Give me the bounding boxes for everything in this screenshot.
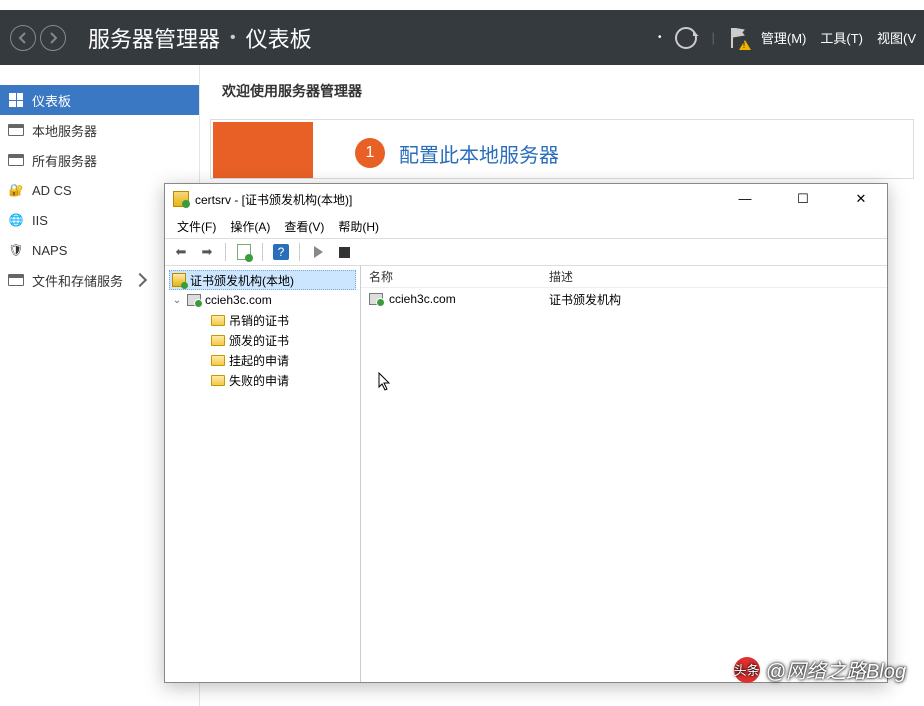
tree-label: 失败的申请: [229, 372, 289, 389]
col-header-name[interactable]: 名称: [361, 268, 541, 285]
minimize-button[interactable]: —: [727, 191, 763, 207]
menu-view[interactable]: 查看(V): [280, 216, 328, 237]
certsrv-menubar: 文件(F) 操作(A) 查看(V) 帮助(H): [165, 214, 887, 238]
certsrv-toolbar: ⬅ ➡ ?: [165, 238, 887, 266]
toolbar-stop-button[interactable]: [334, 242, 354, 262]
certsrv-list: 名称 描述 ccieh3c.com 证书颁发机构: [361, 266, 887, 682]
certsrv-window: certsrv - [证书颁发机构(本地)] — ☐ ✕ 文件(F) 操作(A)…: [164, 183, 888, 683]
tree-server-node[interactable]: ⌄ ccieh3c.com: [169, 290, 356, 310]
list-header: 名称 描述: [361, 266, 887, 288]
separator: |: [711, 30, 714, 45]
separator: [225, 243, 226, 261]
list-cell-name: ccieh3c.com: [389, 292, 456, 306]
menu-action[interactable]: 操作(A): [226, 216, 274, 237]
notifications-flag-icon[interactable]: [729, 28, 747, 48]
tree-failed-requests[interactable]: 失败的申请: [169, 370, 356, 390]
menu-file[interactable]: 文件(F): [173, 216, 220, 237]
toolbar-play-button[interactable]: [308, 242, 328, 262]
menu-help[interactable]: 帮助(H): [334, 216, 383, 237]
tree-pending-requests[interactable]: 挂起的申请: [169, 350, 356, 370]
menu-view[interactable]: 视图(V: [877, 28, 916, 47]
sidebar-item-label: 所有服务器: [32, 151, 97, 170]
tree-label: 吊销的证书: [229, 312, 289, 329]
tree-label: ccieh3c.com: [205, 293, 272, 307]
folder-icon: [211, 355, 225, 366]
servers-icon: [8, 152, 24, 168]
list-cell-desc: 证书颁发机构: [541, 291, 887, 308]
banner-accent: [213, 122, 313, 178]
configure-local-server-link[interactable]: 配置此本地服务器: [399, 139, 559, 168]
quickstart-banner: 1 配置此本地服务器: [210, 119, 914, 179]
tree-issued-certs[interactable]: 颁发的证书: [169, 330, 356, 350]
tree-revoked-certs[interactable]: 吊销的证书: [169, 310, 356, 330]
server-icon: [8, 122, 24, 138]
sidebar-item-label: 仪表板: [32, 91, 71, 110]
ca-icon: [172, 273, 186, 287]
sidebar-item-label: 文件和存储服务: [32, 271, 123, 290]
col-header-desc[interactable]: 描述: [541, 268, 887, 285]
adcs-icon: 🔐: [8, 182, 24, 198]
chevron-right-icon: [133, 273, 147, 287]
breadcrumb: 服务器管理器 • 仪表板: [88, 22, 312, 54]
collapse-icon[interactable]: ⌄: [171, 295, 183, 306]
naps-icon: 🛡: [8, 242, 24, 258]
nav-forward-button[interactable]: [40, 25, 66, 51]
close-button[interactable]: ✕: [843, 191, 879, 207]
folder-icon: [211, 315, 225, 326]
maximize-button[interactable]: ☐: [785, 191, 821, 207]
sidebar-item-label: NAPS: [32, 243, 67, 258]
storage-icon: [8, 272, 24, 288]
toolbar-forward-button[interactable]: ➡: [197, 242, 217, 262]
sidebar-item-all-servers[interactable]: 所有服务器: [0, 145, 199, 175]
sidebar-item-label: 本地服务器: [32, 121, 97, 140]
tree-label: 证书颁发机构(本地): [190, 272, 294, 289]
server-icon: [369, 293, 383, 305]
folder-icon: [211, 375, 225, 386]
menu-manage[interactable]: 管理(M): [761, 28, 807, 47]
menu-tools[interactable]: 工具(T): [820, 28, 863, 47]
tree-label: 颁发的证书: [229, 332, 289, 349]
certsrv-app-icon: [173, 191, 189, 207]
header-bar: 服务器管理器 • 仪表板 • | 管理(M) 工具(T) 视图(V: [0, 10, 924, 65]
folder-icon: [211, 335, 225, 346]
server-icon: [187, 294, 201, 306]
page-title: 仪表板: [246, 22, 312, 54]
welcome-heading: 欢迎使用服务器管理器: [222, 81, 914, 101]
nav-back-button[interactable]: [10, 25, 36, 51]
sidebar-item-dashboard[interactable]: 仪表板: [0, 85, 199, 115]
window-title-stub: [0, 0, 924, 10]
tree-root-ca-local[interactable]: 证书颁发机构(本地): [169, 270, 356, 290]
toolbar-back-button[interactable]: ⬅: [171, 242, 191, 262]
sidebar-item-label: IIS: [32, 213, 48, 228]
toolbar-properties-button[interactable]: [234, 242, 254, 262]
toolbar-help-button[interactable]: ?: [271, 242, 291, 262]
warning-icon: [739, 34, 751, 50]
iis-icon: 🌐: [8, 212, 24, 228]
list-item[interactable]: ccieh3c.com 证书颁发机构: [361, 288, 887, 310]
dropdown-dot-icon[interactable]: •: [658, 32, 662, 43]
certsrv-tree: 证书颁发机构(本地) ⌄ ccieh3c.com 吊销的证书 颁发的证书 挂起的…: [165, 266, 361, 682]
sidebar-item-label: AD CS: [32, 183, 72, 198]
sidebar-item-local-server[interactable]: 本地服务器: [0, 115, 199, 145]
header-right: • | 管理(M) 工具(T) 视图(V: [658, 27, 916, 49]
certsrv-title: certsrv - [证书颁发机构(本地)]: [195, 191, 352, 208]
separator: [299, 243, 300, 261]
refresh-icon[interactable]: [675, 27, 697, 49]
chevron-right-icon: •: [230, 29, 236, 47]
certsrv-titlebar[interactable]: certsrv - [证书颁发机构(本地)] — ☐ ✕: [165, 184, 887, 214]
app-title: 服务器管理器: [88, 22, 220, 54]
tree-label: 挂起的申请: [229, 352, 289, 369]
step-number-badge: 1: [355, 138, 385, 168]
separator: [262, 243, 263, 261]
dashboard-icon: [8, 92, 24, 108]
